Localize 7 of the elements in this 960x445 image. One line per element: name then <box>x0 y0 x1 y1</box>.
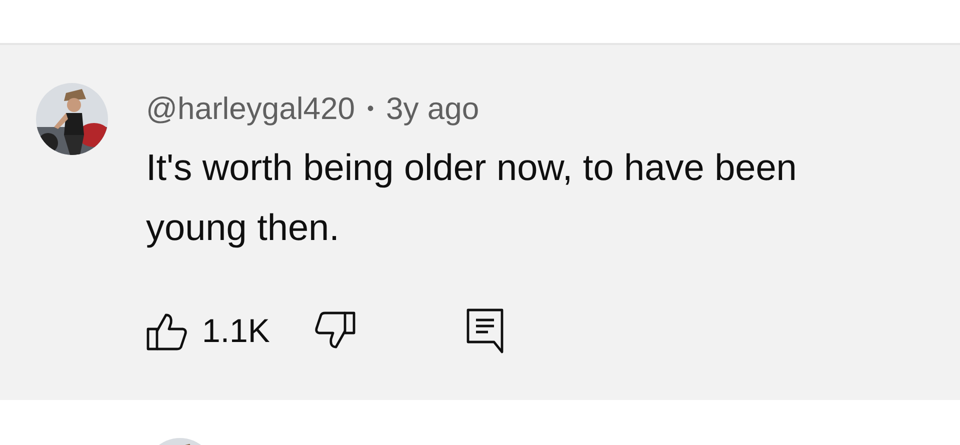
comment-author[interactable]: @harleygal420 <box>146 93 355 124</box>
thumbs-down-icon[interactable] <box>314 310 356 351</box>
comment-time: 3y ago <box>386 93 480 124</box>
separator-dot: • <box>367 98 374 118</box>
reply-icon[interactable] <box>466 308 504 354</box>
comment-text: It's worth being older now, to have been young then. <box>146 146 798 250</box>
like-count: 1.1K <box>202 311 270 351</box>
